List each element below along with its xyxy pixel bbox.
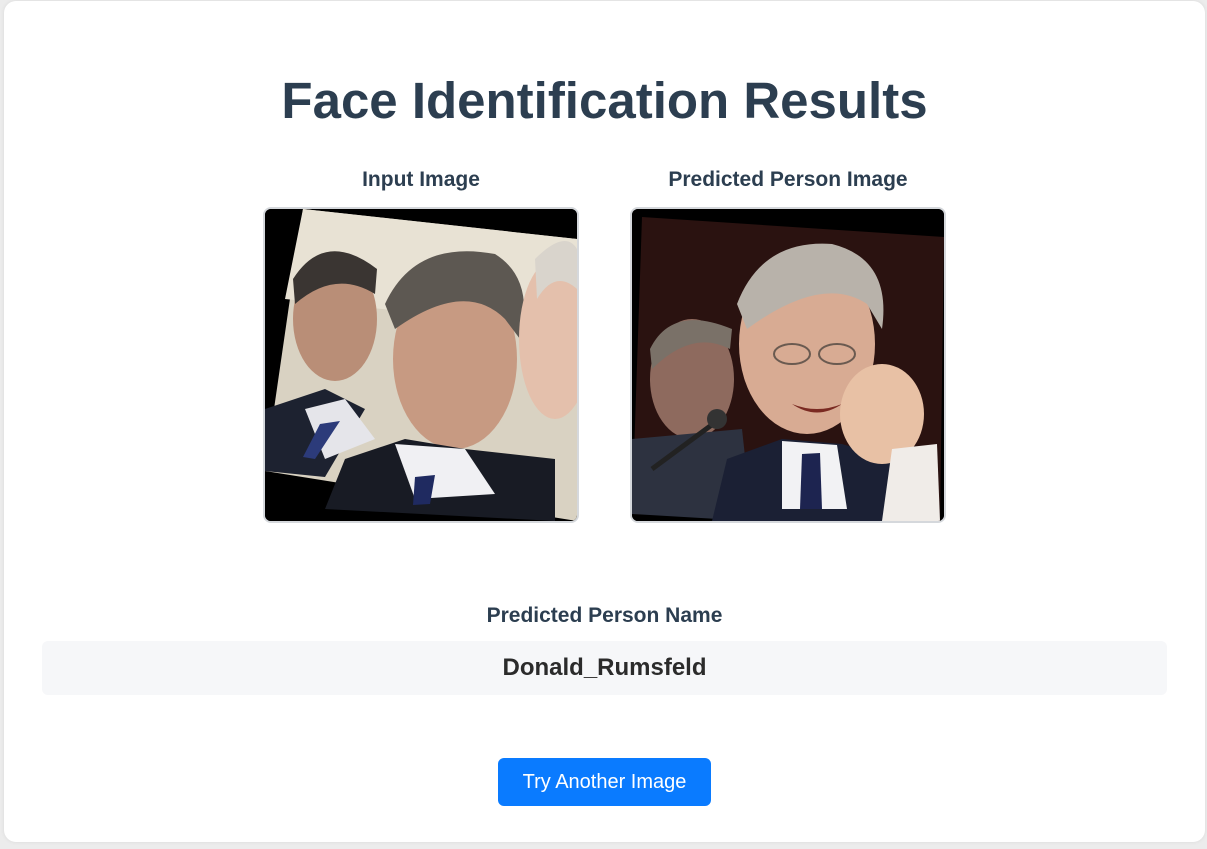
predicted-image bbox=[630, 207, 946, 523]
results-card: Face Identification Results Input Image bbox=[4, 1, 1205, 842]
input-face-photo bbox=[265, 209, 577, 521]
input-image bbox=[263, 207, 579, 523]
page-title: Face Identification Results bbox=[281, 72, 928, 129]
predicted-name-value: Donald_Rumsfeld bbox=[42, 641, 1167, 695]
try-another-image-button[interactable]: Try Another Image bbox=[498, 758, 711, 806]
predicted-face-photo bbox=[632, 209, 944, 521]
input-image-label: Input Image bbox=[362, 168, 480, 191]
predicted-image-section: Predicted Person Image bbox=[630, 166, 946, 523]
predicted-name-label: Predicted Person Name bbox=[486, 604, 723, 627]
predicted-image-label: Predicted Person Image bbox=[668, 168, 908, 191]
input-image-section: Input Image bbox=[263, 166, 579, 523]
